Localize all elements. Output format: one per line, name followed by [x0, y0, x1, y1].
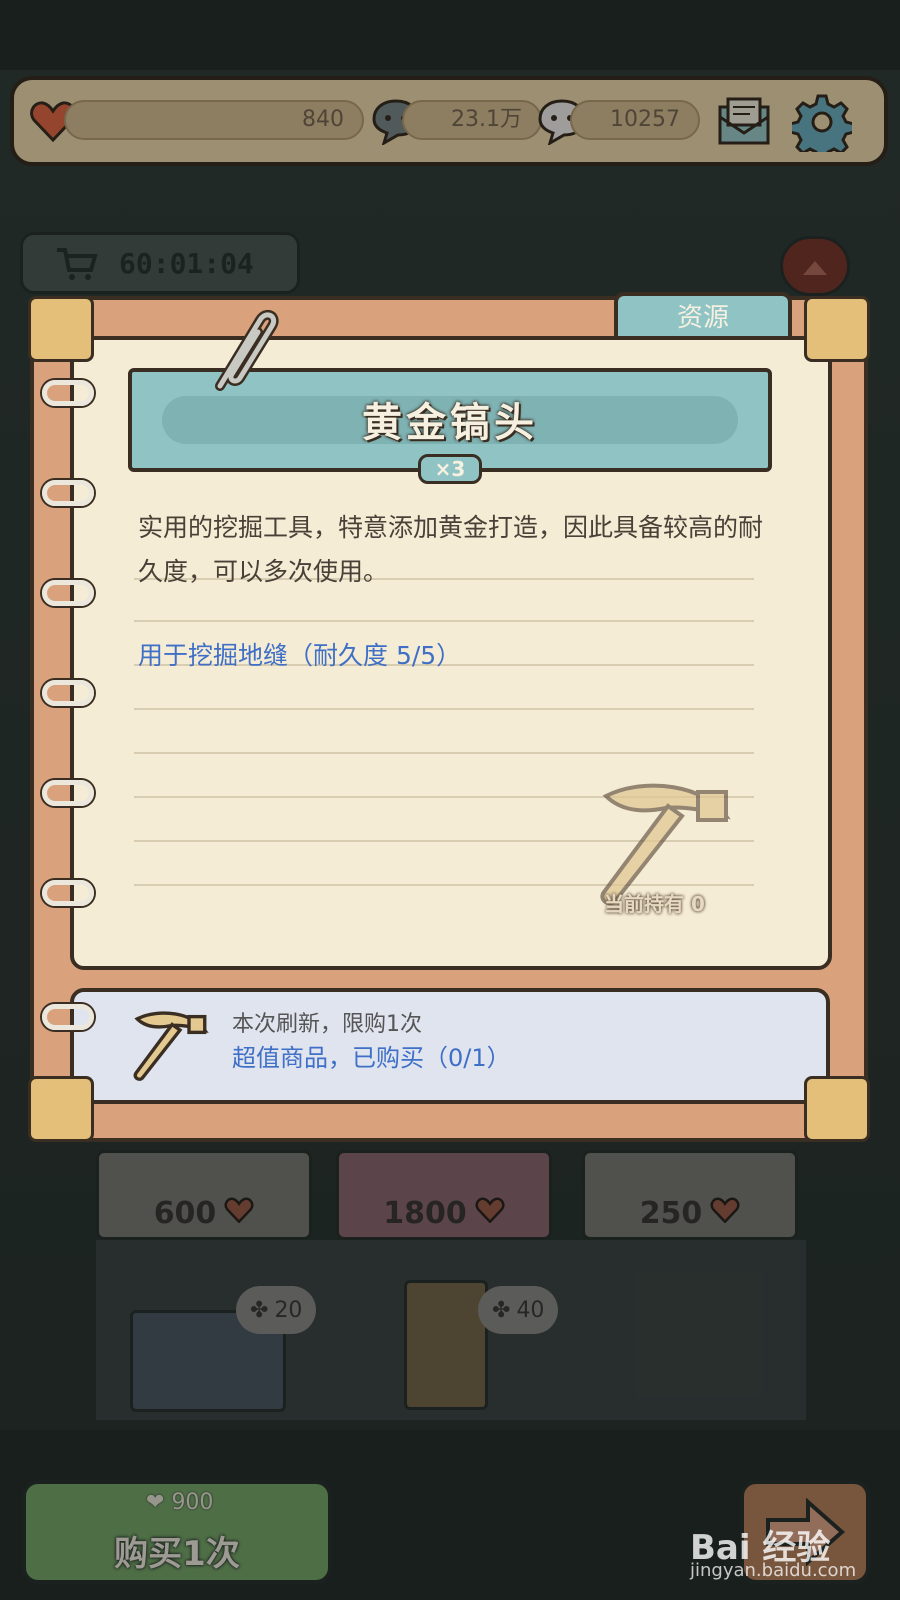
binder-ring	[42, 580, 94, 606]
corner-bracket-bottom-left	[28, 1076, 94, 1142]
binder-ring	[42, 680, 94, 706]
ruled-line	[134, 752, 754, 754]
golden-pickaxe-icon	[126, 1002, 216, 1092]
ruled-line	[134, 620, 754, 622]
item-description: 实用的挖掘工具，特意添加黄金打造，因此具备较高的耐久度，可以多次使用。	[138, 513, 764, 586]
purchase-info-panel: 本次刷新，限购1次 超值商品，已购买（0/1）	[70, 988, 830, 1104]
item-usage: 用于挖掘地缝（耐久度 5/5）	[138, 641, 462, 670]
watermark-url: jingyan.baidu.com	[690, 1560, 857, 1581]
binder-ring	[42, 1004, 94, 1030]
tab-resources[interactable]: 资源	[614, 292, 792, 342]
paperclip-icon	[200, 306, 280, 396]
ruled-line	[134, 708, 754, 710]
binder-ring	[42, 480, 94, 506]
binder-ring	[42, 380, 94, 406]
corner-bracket-bottom-right	[804, 1076, 870, 1142]
binder-ring	[42, 780, 94, 806]
item-title: 黄金镐头	[362, 400, 538, 446]
corner-bracket-top-right	[804, 296, 870, 362]
item-quantity: ×3	[418, 454, 482, 484]
corner-bracket-top-left	[28, 296, 94, 362]
purchase-limit-text: 本次刷新，限购1次	[232, 1012, 422, 1037]
binder-ring	[42, 880, 94, 906]
holding-count: 当前持有 0	[604, 892, 705, 916]
purchase-status-text: 超值商品，已购买（0/1）	[232, 1044, 511, 1072]
